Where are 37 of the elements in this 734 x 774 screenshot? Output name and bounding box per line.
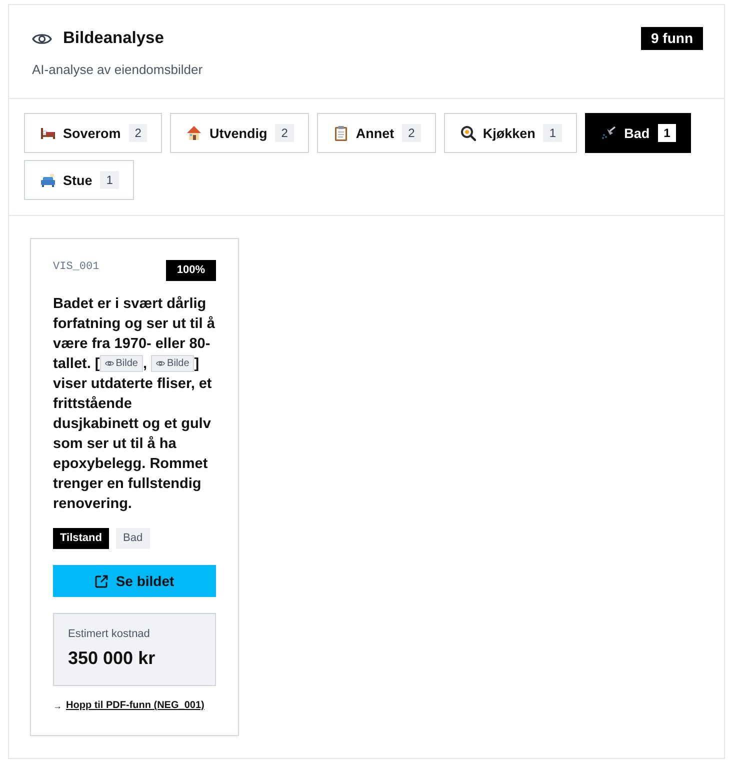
- house-icon: [186, 125, 202, 141]
- arrow-icon: →: [53, 700, 62, 710]
- pdf-finding-link[interactable]: Hopp til PDF-funn (NEG_001): [66, 700, 204, 711]
- tab-count: 2: [275, 124, 294, 142]
- tab-count: 2: [128, 124, 148, 142]
- couch-icon: [40, 172, 56, 188]
- category-tab[interactable]: Soverom 2: [24, 113, 162, 153]
- confidence-badge: 100%: [166, 260, 216, 281]
- eye-icon: [32, 32, 52, 46]
- shower-head-icon: [601, 125, 618, 141]
- tab-count: 1: [543, 124, 562, 142]
- clipboard-icon: [332, 125, 349, 141]
- image-link[interactable]: Bilde: [151, 355, 194, 372]
- category-tab[interactable]: Kjøkken 1: [444, 113, 578, 153]
- cost-value: 350 000 kr: [68, 648, 156, 669]
- tab-count: 1: [658, 124, 676, 142]
- tab-count: 2: [402, 124, 421, 142]
- category-tab[interactable]: Stue 1: [24, 160, 134, 200]
- external-link-icon: [94, 574, 108, 588]
- finding-id: VIS_001: [53, 261, 100, 273]
- tag-label: Bad: [116, 528, 150, 549]
- panel-subtitle: AI-analyse av eiendomsbilder: [32, 62, 204, 77]
- category-tab[interactable]: Annet 2: [316, 113, 436, 153]
- category-tab[interactable]: Utvendig 2: [170, 113, 309, 153]
- panel-title: Bildeanalyse: [63, 29, 164, 48]
- view-image-button[interactable]: Se bildet: [53, 565, 216, 597]
- tab-count: 1: [100, 171, 119, 189]
- tag-label: Tilstand: [53, 528, 109, 549]
- eye-icon: [104, 360, 114, 367]
- eye-icon: [156, 360, 166, 367]
- count-badge: 9 funn: [641, 27, 703, 50]
- frying-pan-icon: [460, 125, 476, 141]
- cost-label: Estimert kostnad: [68, 628, 151, 640]
- image-link[interactable]: Bilde: [100, 355, 143, 372]
- finding-description: Badet er i svært dårlig forfatning og ser ut til å være fra 1970- eller 80-tallet. [ Bilde , Bilde ] viser utdaterte fliser, et frittstående dusjkabinett og et gulv som ser ut til å ha epoxybelegg. Rommet trenger en fullstendig renovering.: [53, 295, 216, 514]
- bed-icon: [40, 125, 56, 141]
- category-tab[interactable]: Bad 1: [585, 113, 692, 153]
